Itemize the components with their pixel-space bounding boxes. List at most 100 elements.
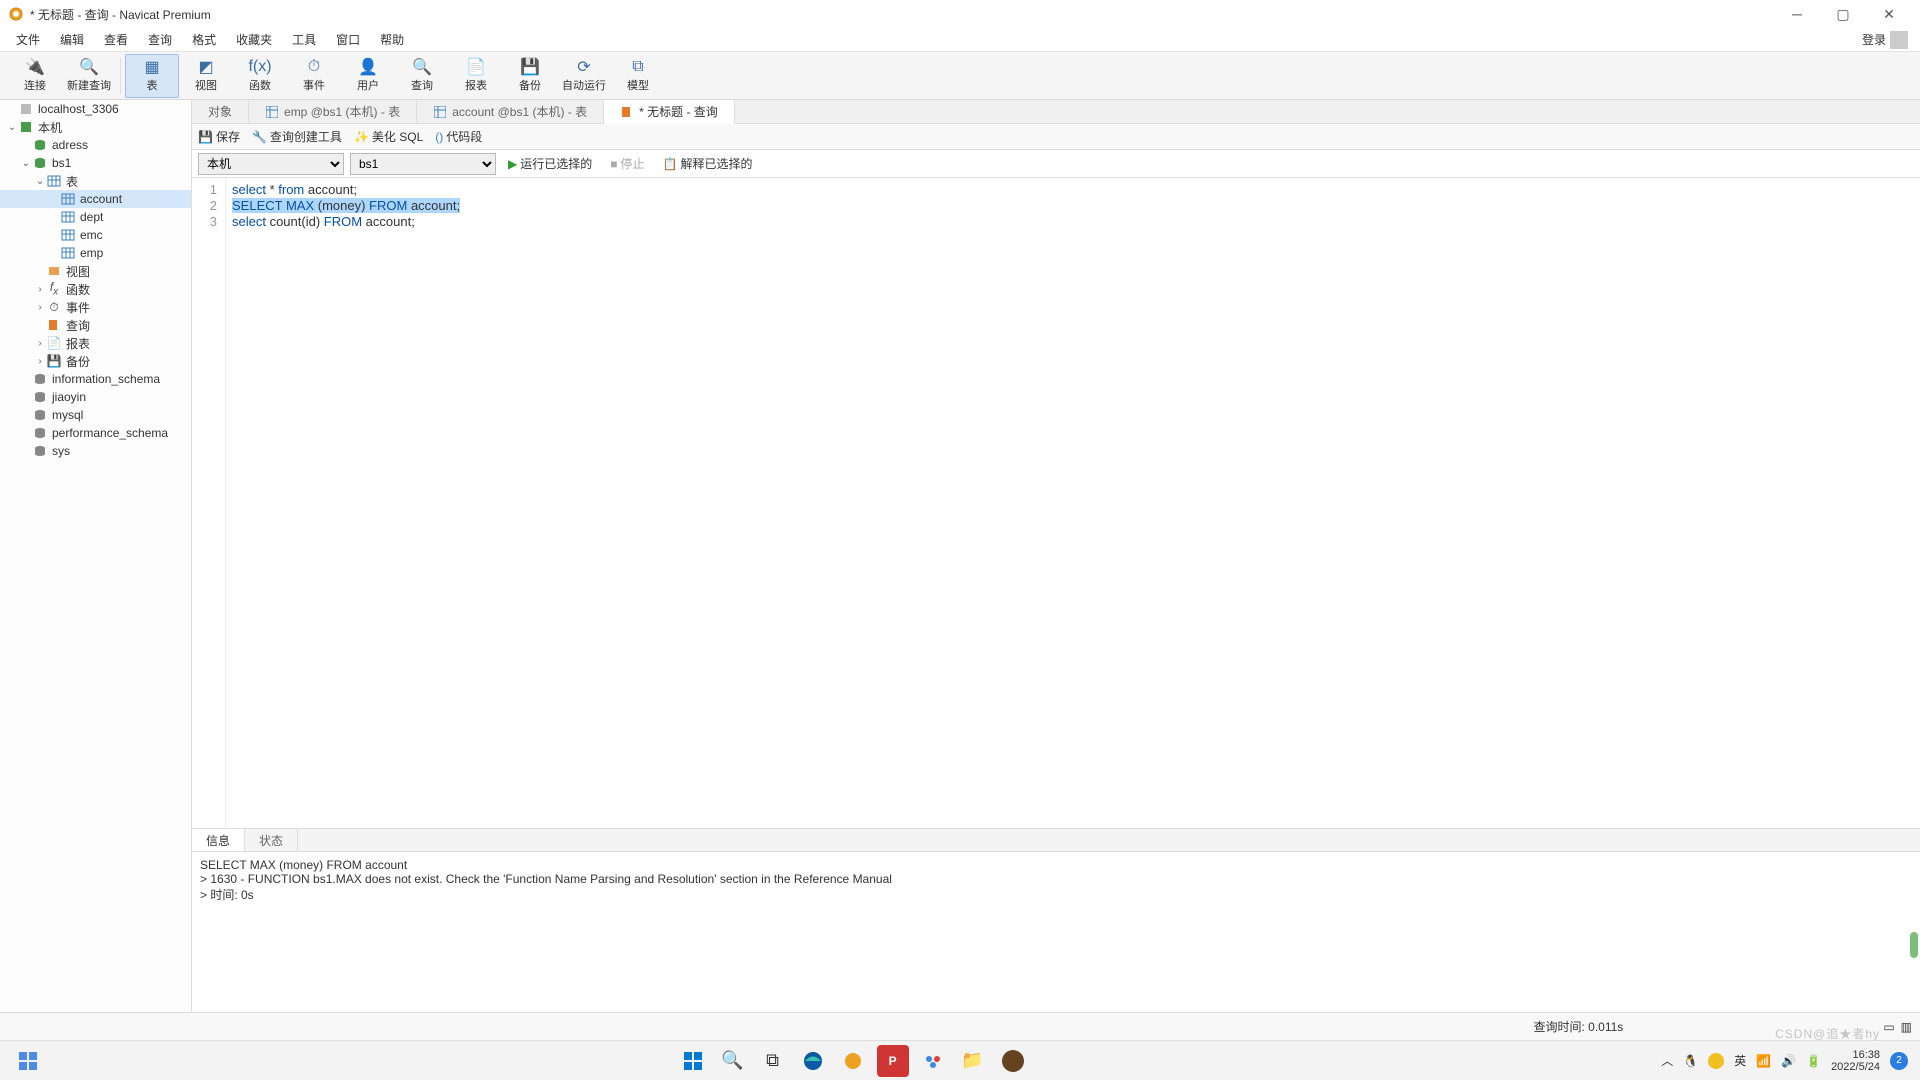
system-tray[interactable]: ︿ 🐧 英 📶 🔊 🔋 16:38 2022/5/24 2	[1661, 1049, 1908, 1073]
menu-tools[interactable]: 工具	[282, 29, 326, 50]
tree-item---[interactable]: ›fx函数	[0, 280, 191, 298]
qq-icon[interactable]: 🐧	[1683, 1054, 1698, 1068]
edge-icon[interactable]	[797, 1045, 829, 1077]
toolbar-backup-button[interactable]: 💾备份	[503, 54, 557, 98]
code-line-3[interactable]: select count(id) FROM account;	[232, 214, 460, 230]
stop-button[interactable]: ■停止	[604, 153, 650, 174]
tree-item---[interactable]: ⌄本机	[0, 118, 191, 136]
menu-favorites[interactable]: 收藏夹	[226, 29, 282, 50]
menu-window[interactable]: 窗口	[326, 29, 370, 50]
sql-editor[interactable]: 123 select * from account;SELECT MAX (mo…	[192, 178, 1920, 828]
wps-icon[interactable]: P	[877, 1045, 909, 1077]
query-builder-button[interactable]: 🔧查询创建工具	[252, 128, 342, 145]
app-task-icon[interactable]	[997, 1045, 1029, 1077]
tree-item-mysql[interactable]: mysql	[0, 406, 191, 424]
ime-icon[interactable]: 英	[1734, 1052, 1746, 1069]
menu-file[interactable]: 文件	[6, 29, 50, 50]
toolbar-query-button[interactable]: 🔍查询	[395, 54, 449, 98]
code-line-2[interactable]: SELECT MAX (money) FROM account;	[232, 198, 460, 214]
notification-icon[interactable]: 2	[1890, 1052, 1908, 1070]
tree-item---[interactable]: 视图	[0, 262, 191, 280]
tree-label: localhost_3306	[38, 102, 119, 116]
query-time: 查询时间: 0.011s	[1534, 1018, 1624, 1035]
output-tab-status[interactable]: 状态	[245, 829, 298, 851]
output-panel[interactable]: SELECT MAX (money) FROM account> 1630 - …	[192, 852, 1920, 1012]
tree-item-dept[interactable]: dept	[0, 208, 191, 226]
menu-edit[interactable]: 编辑	[50, 29, 94, 50]
view-toggle-icon[interactable]: ▭	[1883, 1020, 1894, 1034]
output-tab-info[interactable]: 信息	[192, 829, 245, 851]
login-label: 登录	[1862, 31, 1886, 48]
beautify-sql-button[interactable]: ✨美化 SQL	[354, 128, 423, 145]
maximize-button[interactable]: ▢	[1820, 0, 1866, 28]
file-explorer-icon[interactable]: 📁	[957, 1045, 989, 1077]
tree-item-emc[interactable]: emc	[0, 226, 191, 244]
run-selected-button[interactable]: ▶运行已选择的	[502, 153, 598, 174]
toolbar-function-button[interactable]: f(x)函数	[233, 54, 287, 98]
volume-icon[interactable]: 🔊	[1781, 1054, 1796, 1068]
toolbar-connect-button[interactable]: 🔌连接	[8, 54, 62, 98]
code-area[interactable]: select * from account;SELECT MAX (money)…	[226, 178, 466, 828]
avatar-icon	[1890, 31, 1908, 49]
battery-icon[interactable]: 🔋	[1806, 1054, 1821, 1068]
menu-view[interactable]: 查看	[94, 29, 138, 50]
tree-item-performance-schema[interactable]: performance_schema	[0, 424, 191, 442]
tab-----------[interactable]: * 无标题 - 查询	[604, 100, 735, 124]
toolbar-new-query-button[interactable]: 🔍新建查询	[62, 54, 116, 98]
tree-item---[interactable]: 查询	[0, 316, 191, 334]
explain-button[interactable]: 📋解释已选择的	[657, 153, 759, 174]
tree-label: 视图	[66, 263, 90, 280]
baidu-netdisk-icon[interactable]	[917, 1045, 949, 1077]
toolbar-user-button[interactable]: 👤用户	[341, 54, 395, 98]
view-toggle-icon-2[interactable]: ▥	[1901, 1020, 1912, 1034]
toolbar-view-button[interactable]: ◩视图	[179, 54, 233, 98]
chevron-icon: ⌄	[34, 176, 46, 187]
table-icon: ▦	[140, 58, 164, 76]
tab-account--bs1---------[interactable]: account @bs1 (本机) - 表	[417, 100, 604, 123]
toolbar-model-button[interactable]: ⧉模型	[611, 54, 665, 98]
tree-item-information-schema[interactable]: information_schema	[0, 370, 191, 388]
output-scrollbar[interactable]	[1910, 932, 1918, 958]
login-area[interactable]: 登录	[1862, 31, 1914, 49]
tab-emp--bs1---------[interactable]: emp @bs1 (本机) - 表	[249, 100, 417, 123]
connection-select[interactable]: 本机	[198, 153, 344, 175]
tree-item-bs1[interactable]: ⌄bs1	[0, 154, 191, 172]
toolbar-label: 事件	[303, 77, 325, 93]
tree-item-adress[interactable]: adress	[0, 136, 191, 154]
menu-help[interactable]: 帮助	[370, 29, 414, 50]
snippet-button[interactable]: ()代码段	[435, 128, 482, 145]
tree-item-account[interactable]: account	[0, 190, 191, 208]
tree-item-sys[interactable]: sys	[0, 442, 191, 460]
tree-item---[interactable]: ›⏱事件	[0, 298, 191, 316]
tree-item-emp[interactable]: emp	[0, 244, 191, 262]
minimize-button[interactable]: ─	[1774, 0, 1820, 28]
tree-item-localhost-3306[interactable]: localhost_3306	[0, 100, 191, 118]
menu-query[interactable]: 查询	[138, 29, 182, 50]
tab---[interactable]: 对象	[192, 100, 249, 123]
navicat-task-icon[interactable]	[837, 1045, 869, 1077]
task-view-icon[interactable]: ⧉	[757, 1045, 789, 1077]
wifi-icon[interactable]: 📶	[1756, 1054, 1771, 1068]
code-line-1[interactable]: select * from account;	[232, 182, 460, 198]
start-icon[interactable]	[677, 1045, 709, 1077]
toolbar-table-button[interactable]: ▦表	[125, 54, 179, 98]
toolbar-event-button[interactable]: ⏱事件	[287, 54, 341, 98]
tree-item--[interactable]: ⌄表	[0, 172, 191, 190]
tree-item---[interactable]: ›💾备份	[0, 352, 191, 370]
chevron-up-icon[interactable]: ︿	[1661, 1052, 1673, 1069]
database-select[interactable]: bs1	[350, 153, 496, 175]
save-button[interactable]: 💾保存	[198, 128, 240, 145]
tree-item---[interactable]: ›📄报表	[0, 334, 191, 352]
close-button[interactable]: ✕	[1866, 0, 1912, 28]
tree-item-jiaoyin[interactable]: jiaoyin	[0, 388, 191, 406]
tray-app-icon[interactable]	[1708, 1053, 1724, 1069]
tree-icon	[32, 407, 48, 423]
connect-icon: 🔌	[23, 58, 47, 76]
menu-format[interactable]: 格式	[182, 29, 226, 50]
toolbar-auto-run-button[interactable]: ⟳自动运行	[557, 54, 611, 98]
sidebar[interactable]: localhost_3306 ⌄本机adress⌄bs1⌄表accountdept…	[0, 100, 192, 1012]
toolbar-report-button[interactable]: 📄报表	[449, 54, 503, 98]
clock[interactable]: 16:38 2022/5/24	[1831, 1049, 1880, 1073]
search-icon[interactable]: 🔍	[717, 1045, 749, 1077]
widgets-icon[interactable]	[12, 1045, 44, 1077]
